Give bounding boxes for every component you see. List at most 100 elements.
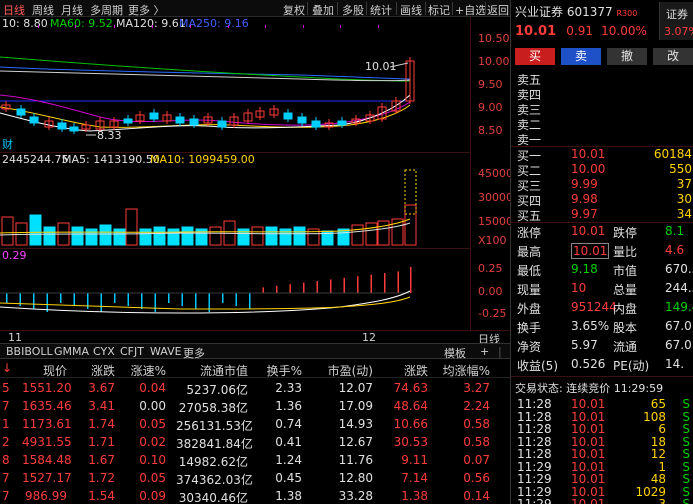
table-row[interactable]: 8 1584.48 1.67 0.10 14982.62亿 1.24 11.76 9.11 0.… xyxy=(0,452,510,470)
multi-stock-button[interactable]: 多股 xyxy=(342,2,364,18)
tab-more-indicators[interactable]: 更多 xyxy=(183,345,205,361)
back-button[interactable]: 返回 xyxy=(487,2,509,18)
table-row[interactable]: 7 986.99 1.54 0.09 30340.46亿 1.38 33.28 1.38 0.1… xyxy=(0,488,510,504)
table-cell: 9.11 xyxy=(401,453,428,467)
volume-bar xyxy=(251,226,264,246)
stat-row: 现量 10 总量 244.5 xyxy=(517,281,693,298)
stat-row: 外盘 951244 内盘 149.4 xyxy=(517,300,693,317)
indicator-bar xyxy=(114,293,116,303)
tab-bbiboll[interactable]: BBIBOLL xyxy=(6,345,53,358)
table-cell: 0.04 xyxy=(139,381,166,395)
tab-multi-period[interactable]: 多周期 xyxy=(90,2,123,18)
add-indicator-button[interactable]: + xyxy=(480,345,489,358)
table-row[interactable]: 1 1173.61 1.74 0.05 256131.53亿 0.74 14.93 10.66… xyxy=(0,416,510,434)
indicator-bar xyxy=(330,279,332,293)
table-cell: 74.63 xyxy=(393,381,428,395)
stat-label: 现量 xyxy=(517,283,542,297)
table-cell: 1.24 xyxy=(275,453,302,467)
indicator-bar xyxy=(343,277,345,293)
tick-row: 11:29 10.01 3 S xyxy=(517,497,693,504)
table-cell: 1584.48 xyxy=(22,453,72,467)
tab-weekly[interactable]: 周线 xyxy=(32,2,54,18)
indicator-tick: 0.00 xyxy=(478,285,503,298)
statistics-button[interactable]: 统计 xyxy=(370,2,392,18)
volume-bar xyxy=(85,228,98,246)
tab-cfjt[interactable]: CFJT xyxy=(120,345,144,358)
tick-time: 11:29 xyxy=(517,497,552,504)
sector-box[interactable]: 证券 3.07% xyxy=(659,2,693,40)
volume-panel[interactable]: 2445244.75 MA5: 1413190.50 MA10: 1099459… xyxy=(0,152,470,248)
candle-body xyxy=(311,120,321,128)
stat-label: 最高 xyxy=(517,245,542,259)
volume-bar xyxy=(99,224,112,246)
bid-price: 9.99 xyxy=(571,177,598,191)
tick-row: 11:28 10.01 65 S xyxy=(517,397,693,411)
tab-gmma[interactable]: GMMA xyxy=(54,345,89,358)
table-cell: 0.05 xyxy=(139,417,166,431)
tab-cyx[interactable]: CYX xyxy=(93,345,115,358)
stat-label: 总量 xyxy=(613,283,638,297)
tab-wave[interactable]: WAVE xyxy=(150,345,182,358)
volume-bar xyxy=(113,228,126,246)
candle-body xyxy=(149,112,159,120)
trade-status: 交易状态: 连续竞价 11:29:59 xyxy=(515,382,664,395)
mark-button[interactable]: 标记 xyxy=(428,2,450,18)
table-row[interactable]: 5 1551.20 3.67 0.04 5237.06亿 2.33 12.07 74.63 3.… xyxy=(0,380,510,398)
table-cell: 0.05 xyxy=(139,471,166,485)
col-header-avg-change[interactable]: 均涨幅% xyxy=(438,362,490,379)
table-row[interactable]: 7 1635.46 3.41 0.00 27058.38亿 1.36 17.09 48.64 2… xyxy=(0,398,510,416)
kline-panel[interactable]: 10: 8.80 MA60: 9.52 MA120: 9.61 MA250: 9… xyxy=(0,17,470,152)
table-cell: 30.53 xyxy=(393,435,428,449)
col-header-price[interactable]: 现价 xyxy=(30,362,67,379)
indicator-bar xyxy=(168,293,170,303)
table-cell: 3.67 xyxy=(88,381,115,395)
stat-row: 最低 9.18 市值 670.3 xyxy=(517,262,693,279)
col-header-turnover[interactable]: 换手% xyxy=(256,362,302,379)
table-cell: 986.99 xyxy=(25,489,67,503)
overlay-button[interactable]: 叠加 xyxy=(312,2,334,18)
buy-button[interactable]: 买 xyxy=(515,48,555,65)
sort-arrow-icon[interactable]: ↓ xyxy=(2,361,12,375)
indicator-bar xyxy=(141,293,143,309)
stat-label: 最低 xyxy=(517,264,542,278)
volume-bar xyxy=(1,216,14,246)
tick-row: 11:28 10.01 6 S xyxy=(517,422,693,436)
volume-unit: X100 xyxy=(478,234,507,247)
candle-body xyxy=(337,120,347,126)
col-header-float-cap[interactable]: 流通市值 xyxy=(182,362,248,379)
table-cell: 1.38 xyxy=(401,489,428,503)
modify-order-button[interactable]: 改 xyxy=(653,48,693,65)
table-cell: 1.38 xyxy=(275,489,302,503)
table-cell: 1551.20 xyxy=(22,381,72,395)
stat-value: 10.01 xyxy=(571,243,610,259)
indicator-bar xyxy=(222,293,224,303)
volume-tick: 30000 xyxy=(478,191,513,204)
tab-monthly[interactable]: 月线 xyxy=(61,2,83,18)
tab-more[interactable]: 更多 〉 xyxy=(128,2,165,18)
tab-daily[interactable]: 日线 xyxy=(3,2,25,18)
indicator-bar xyxy=(289,284,291,293)
cancel-order-button[interactable]: 撤 xyxy=(607,48,647,65)
volume-bar xyxy=(365,222,378,246)
col-header-change[interactable]: 涨跌 xyxy=(78,362,115,379)
table-row[interactable]: 7 1527.17 1.72 0.05 374362.03亿 0.45 12.80 7.14 0… xyxy=(0,470,510,488)
stat-row: 收益(5) 0.526 PE(动) 14. xyxy=(517,357,693,374)
restore-rights-button[interactable]: 复权 xyxy=(283,2,305,18)
sector-pct: 3.07% xyxy=(664,25,693,38)
volume-tick: 15000 xyxy=(478,215,513,228)
add-favorite-button[interactable]: +自选 xyxy=(455,2,486,18)
volume-bar xyxy=(29,214,42,246)
table-row[interactable]: 2 4931.55 1.71 0.02 382841.84亿 0.41 12.67 30.53… xyxy=(0,434,510,452)
draw-line-button[interactable]: 画线 xyxy=(400,2,422,18)
col-header-pe[interactable]: 市盈(动) xyxy=(315,362,373,379)
indicator-bar xyxy=(127,293,129,306)
indicator-panel[interactable]: 0.29 xyxy=(0,248,470,330)
indicator-tick: 0.25 xyxy=(478,262,503,275)
volume-bar xyxy=(167,228,180,246)
price-tick: 10.00 xyxy=(478,55,510,68)
col-header-change2[interactable]: 涨跌 xyxy=(402,362,428,379)
table-cell: 12.07 xyxy=(338,381,373,395)
sell-button[interactable]: 卖 xyxy=(561,48,601,65)
template-button[interactable]: 模板 xyxy=(444,345,466,361)
col-header-speed[interactable]: 涨速% xyxy=(118,362,166,379)
